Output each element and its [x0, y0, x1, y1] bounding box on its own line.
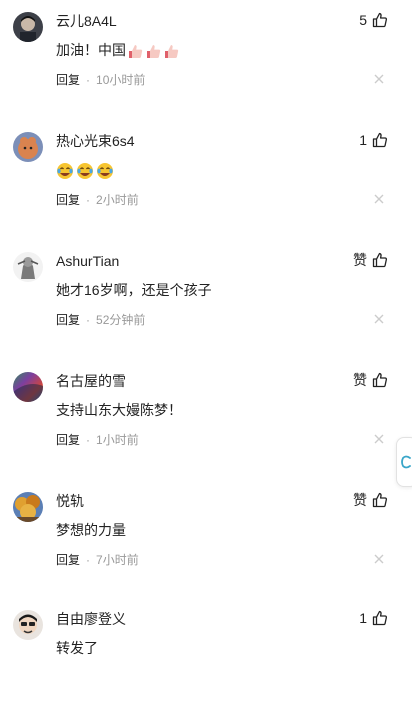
like-count: 赞 [353, 372, 367, 388]
laughing-crying-emoji-icon [57, 163, 73, 180]
comment-text: 转发了 [56, 640, 98, 656]
like-button[interactable]: 赞 [353, 251, 388, 269]
meta-separator: · [86, 193, 91, 207]
comment-text: 加油！中国 [56, 40, 180, 60]
close-icon[interactable] [374, 74, 384, 84]
avatar[interactable] [13, 12, 43, 42]
close-icon[interactable] [374, 314, 384, 324]
thumbs-up-outline-icon [372, 12, 387, 28]
avatar[interactable] [13, 492, 43, 522]
avatar[interactable] [13, 252, 43, 282]
comment-item: 名古屋的雪 赞 支持山东大嫚陈梦！ 回复 · 1小时前 [0, 360, 412, 480]
like-button[interactable]: 1 [359, 131, 388, 149]
like-count: 1 [359, 610, 367, 626]
like-button[interactable]: 1 [359, 609, 388, 627]
thumbs-up-outline-icon [372, 492, 387, 508]
comment-text [56, 160, 116, 180]
timestamp: 7小时前 [96, 553, 139, 567]
timestamp: 1小时前 [96, 433, 139, 447]
comment-meta: 回复 · 2小时前 [56, 192, 139, 208]
like-count: 5 [359, 12, 367, 28]
close-icon[interactable] [374, 434, 384, 444]
laughing-crying-emoji-icon [97, 163, 113, 180]
like-button[interactable]: 赞 [353, 491, 388, 509]
meta-separator: · [86, 553, 91, 567]
comment-meta: 回复 · 10小时前 [56, 72, 145, 88]
like-button[interactable]: 赞 [353, 371, 388, 389]
thumbs-up-outline-icon [372, 132, 387, 148]
thumbs-up-emoji-icon [129, 44, 143, 58]
thumbs-up-emoji-icon [165, 44, 179, 58]
chat-bubble-icon [401, 455, 411, 469]
like-button[interactable]: 5 [359, 11, 388, 29]
username[interactable]: 自由廖登义 [56, 610, 126, 628]
reply-button[interactable]: 回复 [56, 193, 80, 207]
thumbs-up-outline-icon [372, 252, 387, 268]
thumbs-up-outline-icon [372, 610, 387, 626]
close-icon[interactable] [374, 194, 384, 204]
reply-button[interactable]: 回复 [56, 433, 80, 447]
reply-button[interactable]: 回复 [56, 553, 80, 567]
meta-separator: · [86, 433, 91, 447]
thumbs-up-emoji-icon [147, 44, 161, 58]
like-count: 1 [359, 132, 367, 148]
comment-text: 她才16岁啊，还是个孩子 [56, 282, 212, 298]
comment-meta: 回复 · 52分钟前 [56, 312, 145, 328]
thumbs-up-outline-icon [372, 372, 387, 388]
comment-text: 支持山东大嫚陈梦！ [56, 402, 182, 418]
reply-button[interactable]: 回复 [56, 73, 80, 87]
close-icon[interactable] [374, 554, 384, 564]
meta-separator: · [86, 313, 91, 327]
side-panel-tab[interactable] [396, 437, 412, 487]
like-count: 赞 [353, 252, 367, 268]
comment-text: 梦想的力量 [56, 522, 126, 538]
comment-text-content: 加油！中国 [56, 42, 126, 58]
reply-button[interactable]: 回复 [56, 313, 80, 327]
comment-item: 云儿8A4L 5 加油！中国 回复 · 10小时前 [0, 0, 412, 120]
avatar[interactable] [13, 372, 43, 402]
comment-item: 自由廖登义 1 转发了 [0, 598, 412, 718]
comment-item: AshurTian 赞 她才16岁啊，还是个孩子 回复 · 52分钟前 [0, 240, 412, 360]
laughing-crying-emoji-icon [77, 163, 93, 180]
comment-item: 悦轨 赞 梦想的力量 回复 · 7小时前 [0, 480, 412, 600]
avatar[interactable] [13, 610, 43, 640]
meta-separator: · [86, 73, 91, 87]
timestamp: 52分钟前 [96, 313, 146, 327]
username[interactable]: 名古屋的雪 [56, 372, 126, 390]
username[interactable]: AshurTian [56, 252, 119, 270]
username[interactable]: 云儿8A4L [56, 12, 117, 30]
username[interactable]: 热心光束6s4 [56, 132, 135, 150]
avatar[interactable] [13, 132, 43, 162]
timestamp: 2小时前 [96, 193, 139, 207]
comment-meta: 回复 · 7小时前 [56, 552, 139, 568]
like-count: 赞 [353, 492, 367, 508]
timestamp: 10小时前 [96, 73, 146, 87]
username[interactable]: 悦轨 [56, 492, 84, 510]
comment-item: 热心光束6s4 1 回复 · 2小时前 [0, 120, 412, 240]
comment-meta: 回复 · 1小时前 [56, 432, 139, 448]
